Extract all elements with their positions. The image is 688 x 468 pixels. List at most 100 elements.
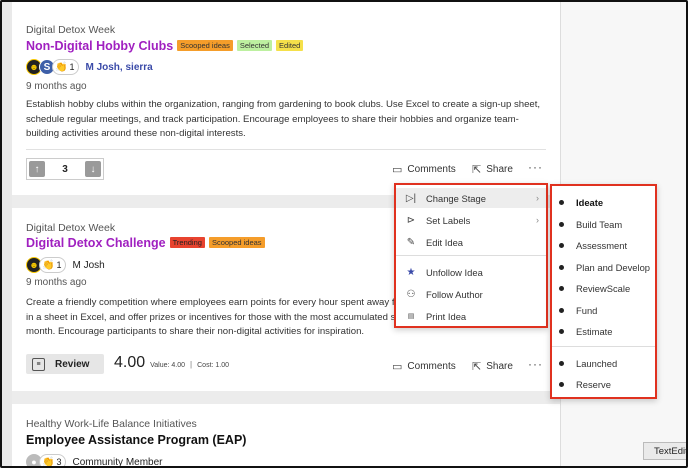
stage-item-fund[interactable]: Fund bbox=[552, 300, 655, 320]
idea-card: Digital Detox Week Non-Digital Hobby Clu… bbox=[12, 2, 560, 195]
comment-icon: ▭ bbox=[392, 361, 403, 373]
stage-label: Plan and Develop bbox=[576, 261, 651, 273]
share-button[interactable]: ⇱ Share bbox=[472, 360, 513, 373]
stage-item-ideate[interactable]: Ideate bbox=[552, 192, 655, 212]
stage-label: Launched bbox=[576, 357, 618, 369]
star-icon: ★ bbox=[406, 266, 416, 278]
idea-time: 9 months ago bbox=[26, 277, 87, 288]
stage-label: ReviewScale bbox=[576, 282, 631, 294]
idea-title-text[interactable]: Non-Digital Hobby Clubs bbox=[26, 39, 173, 53]
stage-label: Reserve bbox=[576, 378, 611, 390]
stage-item-assessment[interactable]: Assessment bbox=[552, 235, 655, 255]
review-button[interactable]: ≡ Review bbox=[26, 354, 104, 374]
idea-meta: ● 👏 3 Community Member bbox=[26, 454, 163, 468]
author-link[interactable]: Community Member bbox=[72, 457, 162, 467]
menu-item-print-idea[interactable]: ▤ Print Idea bbox=[396, 306, 546, 326]
idea-title[interactable]: Employee Assistance Program (EAP) bbox=[26, 433, 246, 447]
idea-context-menu: ▷| Change Stage › ⊳ Set Labels › ✎ Edit Idea … bbox=[394, 183, 548, 328]
reaction-pill[interactable]: 👏 1 bbox=[52, 59, 80, 75]
stage-label: Estimate bbox=[576, 325, 613, 337]
chevron-right-icon: › bbox=[536, 215, 539, 225]
author-link[interactable]: M Josh bbox=[72, 260, 104, 271]
idea-meta: ☻ 👏 1 M Josh bbox=[26, 257, 105, 273]
menu-item-change-stage[interactable]: ▷| Change Stage › bbox=[396, 188, 546, 208]
stage-label: Build Team bbox=[576, 218, 623, 230]
pencil-icon: ✎ bbox=[406, 236, 416, 248]
value-text: Value: 4.00 bbox=[150, 362, 186, 369]
score-separator: | bbox=[190, 360, 193, 369]
menu-item-label: Unfollow Idea bbox=[426, 266, 483, 278]
share-label: Share bbox=[486, 361, 513, 372]
stage-item-build-team[interactable]: Build Team bbox=[552, 214, 655, 234]
stage-item-launched[interactable]: Launched bbox=[552, 353, 655, 373]
review-icon: ≡ bbox=[32, 357, 45, 371]
menu-item-edit-idea[interactable]: ✎ Edit Idea bbox=[396, 232, 546, 252]
idea-description: Establish hobby clubs within the organiz… bbox=[26, 99, 541, 139]
comments-button[interactable]: ▭ Comments bbox=[392, 163, 456, 176]
clap-icon: 👏 bbox=[42, 456, 55, 468]
reaction-pill[interactable]: 👏 3 bbox=[39, 454, 67, 468]
idea-title[interactable]: Digital Detox Challenge Trending Scooped i… bbox=[26, 236, 265, 250]
pdf-icon: ▤ bbox=[407, 313, 415, 320]
bullet-icon bbox=[559, 285, 564, 291]
bullet-icon bbox=[559, 307, 564, 313]
menu-item-label: Set Labels bbox=[426, 214, 471, 226]
downvote-button[interactable]: ↓ bbox=[85, 161, 101, 177]
menu-divider bbox=[396, 255, 546, 256]
reaction-count: 1 bbox=[56, 260, 62, 270]
user-follow-icon: ⚇ bbox=[406, 288, 416, 300]
app-window: Digital Detox Week Non-Digital Hobby Clu… bbox=[0, 0, 688, 468]
idea-title[interactable]: Non-Digital Hobby Clubs Scooped ideas Sele… bbox=[26, 39, 304, 53]
stage-item-reserve[interactable]: Reserve bbox=[552, 374, 655, 394]
bullet-icon bbox=[559, 360, 564, 366]
upvote-button[interactable]: ↑ bbox=[29, 161, 45, 177]
bullet-icon bbox=[559, 328, 564, 334]
menu-item-label: Print Idea bbox=[426, 310, 467, 322]
share-icon: ⇱ bbox=[472, 164, 482, 176]
idea-category: Healthy Work-Life Balance Initiatives bbox=[26, 418, 197, 430]
idea-time: 9 months ago bbox=[26, 81, 87, 92]
stage-item-plan-and-develop[interactable]: Plan and Develop bbox=[552, 257, 655, 277]
badge-scooped: Scooped ideas bbox=[208, 237, 265, 248]
stage-item-estimate[interactable]: Estimate bbox=[552, 321, 655, 341]
reaction-count: 1 bbox=[69, 62, 75, 72]
textedit-tooltip: TextEdit bbox=[643, 442, 686, 460]
comments-button[interactable]: ▭ Comments bbox=[392, 360, 456, 373]
stage-label: Assessment bbox=[576, 239, 628, 251]
vote-control: ↑ 3 ↓ bbox=[26, 158, 104, 180]
reaction-pill[interactable]: 👏 1 bbox=[39, 257, 67, 273]
more-options-icon[interactable]: ··· bbox=[528, 160, 543, 174]
score-summary: 4.00 Value: 4.00 | Cost: 1.00 bbox=[114, 354, 229, 372]
badge-scooped: Scooped ideas bbox=[177, 40, 233, 51]
idea-meta: ☻ S 👏 1 M Josh, sierra bbox=[26, 59, 153, 75]
stage-label: Ideate bbox=[576, 196, 604, 208]
menu-item-label: Follow Author bbox=[426, 288, 483, 300]
menu-item-set-labels[interactable]: ⊳ Set Labels › bbox=[396, 210, 546, 230]
score-value: 4.00 bbox=[114, 354, 146, 371]
clap-icon: 👏 bbox=[42, 259, 55, 271]
share-icon: ⇱ bbox=[472, 361, 482, 373]
divider bbox=[26, 149, 546, 150]
stage-label: Fund bbox=[576, 304, 598, 316]
review-label: Review bbox=[55, 358, 90, 370]
author-link[interactable]: M Josh, sierra bbox=[85, 62, 152, 73]
stage-item-reviewscale[interactable]: ReviewScale bbox=[552, 278, 655, 298]
play-bar-icon: ▷| bbox=[405, 192, 417, 204]
bullet-icon bbox=[559, 242, 564, 248]
share-button[interactable]: ⇱ Share bbox=[472, 163, 513, 176]
comment-icon: ▭ bbox=[392, 164, 403, 176]
label-icon: ⊳ bbox=[406, 214, 416, 226]
vote-count: 3 bbox=[62, 163, 68, 175]
badge-trending: Trending bbox=[169, 237, 205, 248]
idea-title-text[interactable]: Employee Assistance Program (EAP) bbox=[26, 433, 246, 447]
comments-label: Comments bbox=[407, 164, 456, 175]
menu-item-unfollow-idea[interactable]: ★ Unfollow Idea bbox=[396, 262, 546, 282]
submenu-divider bbox=[552, 346, 655, 347]
menu-item-follow-author[interactable]: ⚇ Follow Author bbox=[396, 284, 546, 304]
cost-text: Cost: 1.00 bbox=[197, 362, 230, 369]
clap-icon: 👏 bbox=[55, 61, 68, 73]
share-label: Share bbox=[486, 164, 513, 175]
idea-category: Digital Detox Week bbox=[26, 24, 116, 36]
more-options-icon[interactable]: ··· bbox=[528, 357, 543, 371]
idea-title-text[interactable]: Digital Detox Challenge bbox=[26, 236, 166, 250]
